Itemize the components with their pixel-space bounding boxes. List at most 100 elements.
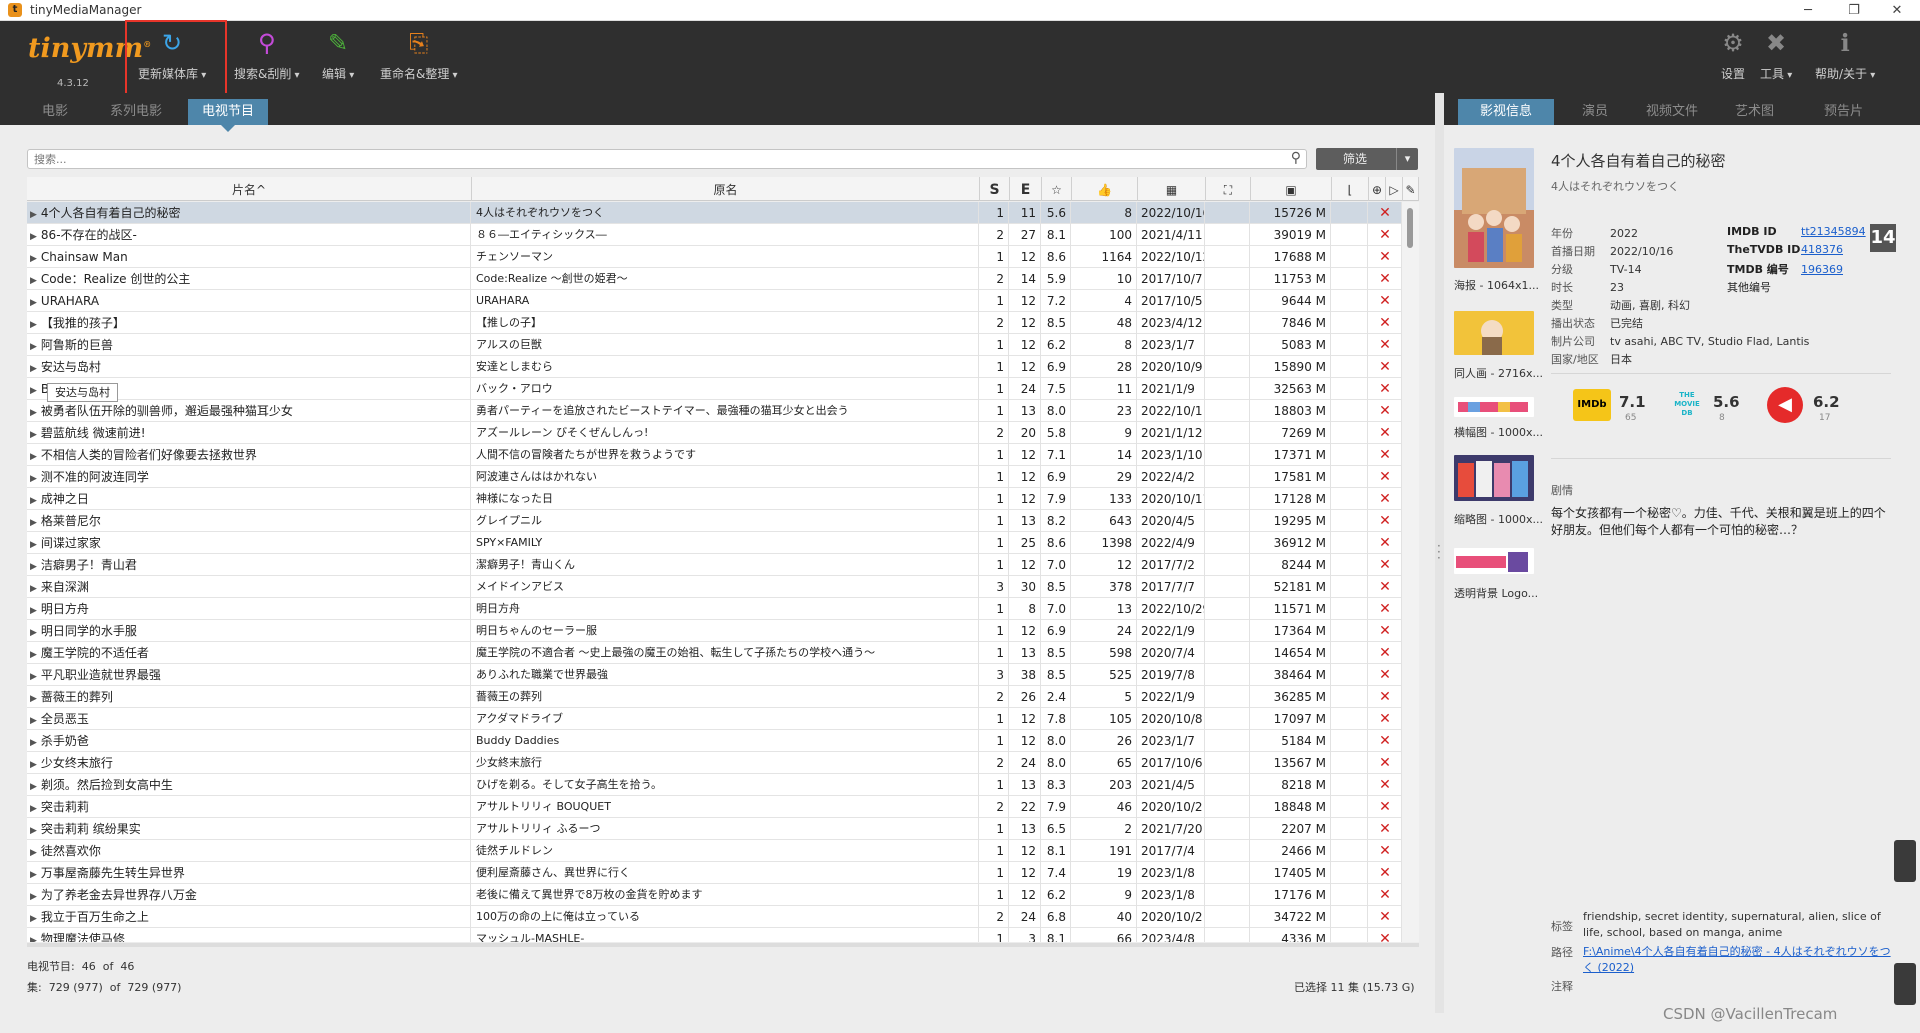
expand-arrow-icon[interactable]: ▶: [30, 870, 37, 880]
tools-icon[interactable]: ✎: [1403, 177, 1419, 201]
col-seasons[interactable]: S: [980, 177, 1010, 201]
table-row[interactable]: ▶ 杀手奶爸 Buddy Daddies 1 12 8.0 26 2023/1/7 5184 M…: [27, 730, 1402, 752]
show-title-cell[interactable]: ▶ 被勇者队伍开除的驯兽师，邂逅最强种猫耳少女: [27, 400, 471, 422]
tab-media-files[interactable]: 视频文件: [1632, 99, 1712, 125]
table-row[interactable]: ▶ 剃须。然后捡到女高中生 ひげを剃る。そして女子高生を拾う。 1 13 8.3 203 20…: [27, 774, 1402, 796]
table-row[interactable]: ▶ 86-不存在的战区- ８６―エイティシックス― 2 27 8.1 100 2021/4/1…: [27, 224, 1402, 246]
show-title-cell[interactable]: ▶ 【我推的孩子】: [27, 312, 471, 334]
show-title-cell[interactable]: ▶ Code：Realize 创世的公主: [27, 268, 471, 290]
table-row[interactable]: ▶ 徒然喜欢你 徒然チルドレン 1 12 8.1 191 2017/7/4 2466 M ✕: [27, 840, 1402, 862]
show-title-cell[interactable]: ▶ 为了养老金去异世界存八万金: [27, 884, 471, 906]
table-row[interactable]: ▶ 洁癖男子！青山君 潔癖男子！青山くん 1 12 7.0 12 2017/7/2 8244 M…: [27, 554, 1402, 576]
show-title-cell[interactable]: ▶ 明日方舟: [27, 598, 471, 620]
help-button[interactable]: ℹ 帮助/关于: [1815, 29, 1875, 82]
expand-arrow-icon[interactable]: ▶: [30, 364, 37, 374]
path-link[interactable]: F:\Anime\4个人各自有着自己的秘密 - 4人はそれぞれウソをつく (20…: [1583, 944, 1898, 976]
side-panel-button[interactable]: [1894, 963, 1916, 1005]
expand-arrow-icon[interactable]: ▶: [30, 650, 37, 660]
expand-arrow-icon[interactable]: ▶: [30, 936, 37, 942]
settings-button[interactable]: ⚙ 设置: [1718, 29, 1748, 82]
thumb-image[interactable]: [1454, 455, 1534, 501]
table-row[interactable]: ▶ 【我推的孩子】 【推しの子】 2 12 8.5 48 2023/4/12 7846 M ✕: [27, 312, 1402, 334]
table-row[interactable]: ▶ 少女终末旅行 少女終末旅行 2 24 8.0 65 2017/10/6 13567 M ✕: [27, 752, 1402, 774]
show-title-cell[interactable]: ▶ URAHARA: [27, 290, 471, 312]
show-title-cell[interactable]: ▶ 4个人各自有着自己的秘密: [27, 202, 471, 224]
expand-arrow-icon[interactable]: ▶: [30, 540, 37, 550]
show-title-cell[interactable]: ▶ Chainsaw Man: [27, 246, 471, 268]
show-title-cell[interactable]: ▶ 徒然喜欢你: [27, 840, 471, 862]
show-title-cell[interactable]: ▶ 明日同学的水手服: [27, 620, 471, 642]
expand-arrow-icon[interactable]: ▶: [30, 804, 37, 814]
expand-arrow-icon[interactable]: ▶: [30, 562, 37, 572]
show-title-cell[interactable]: ▶ 魔王学院的不适任者: [27, 642, 471, 664]
chair-icon[interactable]: ⌊: [1332, 177, 1369, 201]
show-title-cell[interactable]: ▶ 少女终末旅行: [27, 752, 471, 774]
table-row[interactable]: ▶ 明日同学的水手服 明日ちゃんのセーラー服 1 12 6.9 24 2022/1/9 1736…: [27, 620, 1402, 642]
chevron-down-icon[interactable]: ▾: [1396, 148, 1418, 170]
table-row[interactable]: ▶ 被勇者队伍开除的驯兽师，邂逅最强种猫耳少女 勇者パーティーを追放されたビーストテ…: [27, 400, 1402, 422]
horizontal-scrollbar[interactable]: [27, 943, 1419, 947]
show-title-cell[interactable]: ▶ 突击莉莉 缤纷果实: [27, 818, 471, 840]
show-title-cell[interactable]: ▶ 平凡职业造就世界最强: [27, 664, 471, 686]
expand-arrow-icon[interactable]: ▶: [30, 232, 37, 242]
plus-circle-icon[interactable]: ⊕: [1369, 177, 1386, 201]
table-row[interactable]: ▶ 突击莉莉 アサルトリリィ BOUQUET 2 22 7.9 46 2020/10/2 188…: [27, 796, 1402, 818]
col-original[interactable]: 原名: [472, 177, 980, 201]
table-row[interactable]: ▶ 为了养老金去异世界存八万金 老後に備えて異世界で8万枚の金貨を貯めます 1 12 6.…: [27, 884, 1402, 906]
expand-arrow-icon[interactable]: ▶: [30, 298, 37, 308]
show-title-cell[interactable]: ▶ 碧蓝航线 微速前进!: [27, 422, 471, 444]
show-title-cell[interactable]: ▶ 格莱普尼尔: [27, 510, 471, 532]
tab-artwork[interactable]: 艺术图: [1721, 99, 1788, 125]
tab-tv-shows[interactable]: 电视节目: [188, 99, 269, 132]
table-row[interactable]: ▶ 不相信人类的冒险者们好像要去拯救世界 人間不信の冒険者たちが世界を救うようです 1…: [27, 444, 1402, 466]
table-row[interactable]: ▶ 安达与岛村 安達としまむら 1 12 6.9 28 2020/10/9 15890 M ✕: [27, 356, 1402, 378]
expand-arrow-icon[interactable]: ▶: [30, 496, 37, 506]
vertical-scrollbar[interactable]: [1402, 202, 1419, 942]
expand-arrow-icon[interactable]: ▶: [30, 760, 37, 770]
show-title-cell[interactable]: ▶ 不相信人类的冒险者们好像要去拯救世界: [27, 444, 471, 466]
tab-movie-sets[interactable]: 系列电影: [96, 99, 176, 125]
table-row[interactable]: ▶ 间谍过家家 SPY×FAMILY 1 25 8.6 1398 2022/4/9 36912 …: [27, 532, 1402, 554]
table-row[interactable]: ▶ 平凡职业造就世界最强 ありふれた職業で世界最強 3 38 8.5 525 2019/7/8…: [27, 664, 1402, 686]
show-title-cell[interactable]: ▶ 来自深渊: [27, 576, 471, 598]
expand-arrow-icon[interactable]: ▶: [30, 584, 37, 594]
show-title-cell[interactable]: ▶ 物理魔法使马修: [27, 928, 471, 942]
calendar-icon[interactable]: ▦: [1138, 177, 1206, 201]
expand-arrow-icon[interactable]: ▶: [30, 892, 37, 902]
expand-arrow-icon[interactable]: ▶: [30, 914, 37, 924]
expand-arrow-icon[interactable]: ▶: [30, 430, 37, 440]
star-icon[interactable]: ☆: [1042, 177, 1072, 201]
expand-arrow-icon[interactable]: ▶: [30, 254, 37, 264]
imdb-id-link[interactable]: tt21345894: [1801, 225, 1866, 238]
show-title-cell[interactable]: ▶ 蔷薇王的葬列: [27, 686, 471, 708]
expand-arrow-icon[interactable]: ▶: [30, 606, 37, 616]
table-row[interactable]: ▶ 万事屋斋藤先生转生异世界 便利屋斎藤さん、異世界に行く 1 12 7.4 19 2023/…: [27, 862, 1402, 884]
maximize-button[interactable]: ❐: [1831, 0, 1877, 21]
show-title-cell[interactable]: ▶ 成神之日: [27, 488, 471, 510]
expand-arrow-icon[interactable]: ▶: [30, 716, 37, 726]
table-row[interactable]: ▶ 阿鲁斯的巨兽 アルスの巨獣 1 12 6.2 8 2023/1/7 5083 M ✕: [27, 334, 1402, 356]
show-title-cell[interactable]: ▶ 测不准的阿波连同学: [27, 466, 471, 488]
table-row[interactable]: ▶ 突击莉莉 缤纷果实 アサルトリリィ ふるーつ 1 13 6.5 2 2021/7/20 22…: [27, 818, 1402, 840]
tmdb-id-link[interactable]: 196369: [1801, 263, 1843, 276]
search-input[interactable]: [28, 150, 1268, 168]
show-title-cell[interactable]: ▶ 86-不存在的战区-: [27, 224, 471, 246]
table-row[interactable]: ▶ 全员恶玉 アクダマドライブ 1 12 7.8 105 2020/10/8 17097 M ✕: [27, 708, 1402, 730]
expand-arrow-icon[interactable]: ▶: [30, 826, 37, 836]
play-icon[interactable]: ▷: [1386, 177, 1403, 201]
table-row[interactable]: ▶ URAHARA URAHARA 1 12 7.2 4 2017/10/5 9644 M ✕: [27, 290, 1402, 312]
filter-button[interactable]: 筛选 ▾: [1316, 148, 1418, 170]
table-row[interactable]: ▶ 明日方舟 明日方舟 1 8 7.0 13 2022/10/29 11571 M ✕: [27, 598, 1402, 620]
table-row[interactable]: ▶ 格莱普尼尔 グレイプニル 1 13 8.2 643 2020/4/5 19295 M ✕: [27, 510, 1402, 532]
table-row[interactable]: ▶ 4个人各自有着自己的秘密 4人はそれぞれウソをつく 1 11 5.6 8 2022/10/…: [27, 202, 1402, 224]
expand-arrow-icon[interactable]: ▶: [30, 738, 37, 748]
show-title-cell[interactable]: ▶ 全员恶玉: [27, 708, 471, 730]
fullscreen-icon[interactable]: ⛶: [1206, 177, 1251, 201]
show-title-cell[interactable]: ▶ 杀手奶爸: [27, 730, 471, 752]
expand-arrow-icon[interactable]: ▶: [30, 782, 37, 792]
table-row[interactable]: ▶ 成神之日 神様になった日 1 12 7.9 133 2020/10/11 17128 M ✕: [27, 488, 1402, 510]
search-scrape-button[interactable]: ⚲ 搜索&刮削: [234, 29, 300, 82]
expand-arrow-icon[interactable]: ▶: [30, 518, 37, 528]
expand-arrow-icon[interactable]: ▶: [30, 320, 37, 330]
expand-arrow-icon[interactable]: ▶: [30, 210, 37, 220]
